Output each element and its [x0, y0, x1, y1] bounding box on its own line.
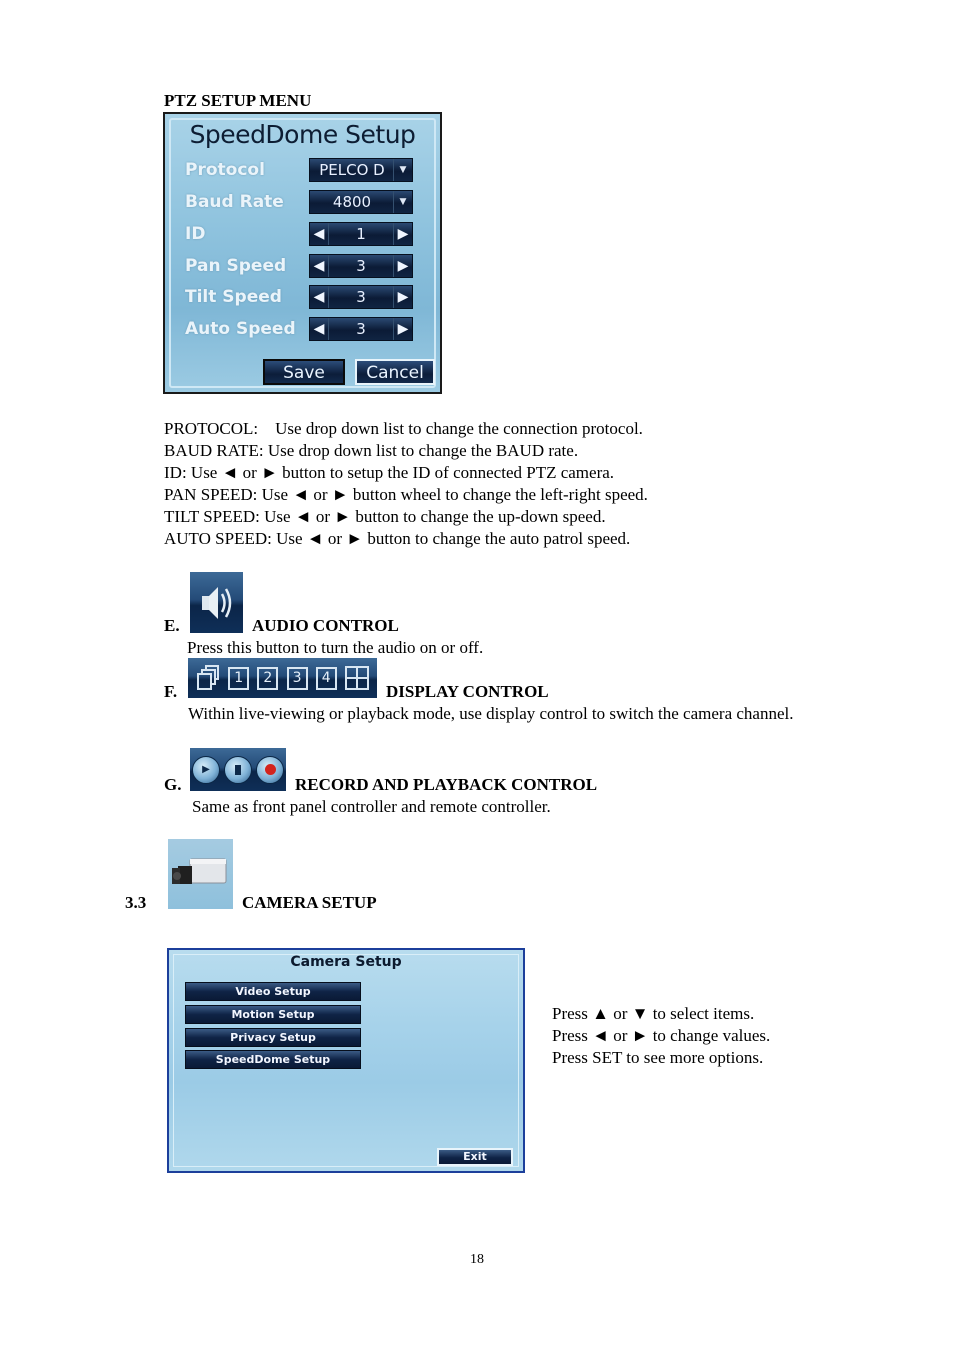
ptz-descriptions: PROTOCOL: Use drop down list to change t…: [164, 418, 784, 550]
instruction-set: Press SET to see more options.: [552, 1048, 764, 1067]
speaker-icon: [202, 587, 232, 619]
audio-letter: E.: [164, 616, 180, 635]
tilt-speed-label: Tilt Speed: [185, 287, 282, 307]
channel-3-button[interactable]: 3: [286, 666, 308, 690]
arrow-right-icon[interactable]: ▶: [393, 255, 412, 277]
cancel-button[interactable]: Cancel: [355, 359, 435, 385]
privacy-setup-button[interactable]: Privacy Setup: [185, 1028, 361, 1047]
speeddome-setup-button[interactable]: SpeedDome Setup: [185, 1050, 361, 1069]
stop-icon: [235, 764, 241, 775]
audio-button[interactable]: [190, 572, 243, 633]
camera-icon: [168, 839, 233, 909]
instruction-select: Press ▲ or ▼ to select items.: [552, 1004, 755, 1023]
record-control-description: Same as front panel controller and remot…: [192, 797, 551, 816]
play-icon: ▶: [202, 764, 210, 775]
protocol-dropdown[interactable]: PELCO D ▼: [309, 158, 413, 182]
record-control-title: RECORD AND PLAYBACK CONTROL: [295, 775, 598, 794]
pan-speed-description: PAN SPEED: Use ◄ or ► button wheel to ch…: [164, 485, 648, 504]
tilt-speed-value: 3: [356, 288, 366, 306]
sequence-icon[interactable]: [196, 665, 220, 691]
ptz-setup-heading: PTZ SETUP MENU: [164, 91, 312, 110]
auto-speed-stepper[interactable]: ◀ 3 ▶: [309, 317, 413, 341]
id-value: 1: [356, 225, 366, 243]
auto-speed-label: Auto Speed: [185, 319, 296, 339]
stop-button[interactable]: [224, 755, 252, 784]
baud-rate-label: Baud Rate: [185, 192, 284, 212]
auto-speed-value: 3: [356, 320, 366, 338]
arrow-left-icon[interactable]: ◀: [310, 255, 329, 277]
tilt-speed-description: TILT SPEED: Use ◄ or ► button to change …: [164, 507, 606, 526]
arrow-left-icon[interactable]: ◀: [310, 286, 329, 308]
record-playback-bar: ▶: [190, 748, 286, 791]
arrow-right-icon[interactable]: ▶: [393, 286, 412, 308]
baud-rate-dropdown[interactable]: 4800 ▼: [309, 190, 413, 214]
channel-2-button[interactable]: 2: [257, 666, 279, 690]
pan-speed-value: 3: [356, 257, 366, 275]
protocol-description: PROTOCOL: Use drop down list to change t…: [164, 419, 643, 438]
id-stepper[interactable]: ◀ 1 ▶: [309, 222, 413, 246]
baud-rate-description: BAUD RATE: Use drop down list to change …: [164, 441, 579, 460]
page-number: 18: [470, 1252, 484, 1267]
panel-title: Camera Setup: [290, 954, 402, 970]
quad-view-icon[interactable]: [344, 666, 369, 690]
protocol-label: Protocol: [185, 160, 265, 180]
baud-rate-value: 4800: [332, 193, 372, 211]
display-control-title: DISPLAY CONTROL: [386, 682, 549, 701]
camera-setup-instructions: Press ▲ or ▼ to select items. Press ◄ or…: [552, 1003, 852, 1069]
record-button[interactable]: [256, 755, 284, 784]
audio-control-title: AUDIO CONTROL: [252, 616, 399, 635]
auto-speed-description: AUTO SPEED: Use ◄ or ► button to change …: [164, 529, 631, 548]
arrow-left-icon[interactable]: ◀: [310, 223, 329, 245]
panel-title: SpeedDome Setup: [189, 120, 416, 149]
channel-4-button[interactable]: 4: [315, 666, 337, 690]
speeddome-setup-panel: SpeedDome Setup Protocol PELCO D ▼ Baud …: [163, 112, 442, 394]
display-control-bar: 1 2 3 4: [188, 658, 377, 698]
display-control-description: Within live-viewing or playback mode, us…: [188, 704, 794, 723]
chevron-down-icon[interactable]: ▼: [393, 191, 412, 213]
camera-setup-panel: Camera Setup Video Setup Motion Setup Pr…: [167, 948, 525, 1173]
motion-setup-button[interactable]: Motion Setup: [185, 1005, 361, 1024]
display-letter: F.: [164, 682, 178, 701]
pan-speed-label: Pan Speed: [185, 256, 287, 276]
exit-button[interactable]: Exit: [437, 1148, 513, 1166]
record-letter: G.: [164, 775, 182, 794]
instruction-change: Press ◄ or ► to change values.: [552, 1026, 771, 1045]
id-label: ID: [185, 224, 206, 244]
camera-setup-title: CAMERA SETUP: [242, 893, 377, 912]
record-icon: [264, 764, 276, 775]
arrow-left-icon[interactable]: ◀: [310, 318, 329, 340]
video-setup-button[interactable]: Video Setup: [185, 982, 361, 1001]
pan-speed-stepper[interactable]: ◀ 3 ▶: [309, 254, 413, 278]
channel-1-button[interactable]: 1: [228, 666, 250, 690]
section-number: 3.3: [125, 893, 147, 912]
audio-control-description: Press this button to turn the audio on o…: [187, 638, 484, 657]
chevron-down-icon[interactable]: ▼: [393, 159, 412, 181]
arrow-right-icon[interactable]: ▶: [393, 318, 412, 340]
arrow-right-icon[interactable]: ▶: [393, 223, 412, 245]
protocol-value: PELCO D: [319, 161, 385, 179]
save-button[interactable]: Save: [263, 359, 345, 385]
play-button[interactable]: ▶: [192, 755, 220, 784]
tilt-speed-stepper[interactable]: ◀ 3 ▶: [309, 285, 413, 309]
id-description: ID: Use ◄ or ► button to setup the ID of…: [164, 463, 615, 482]
